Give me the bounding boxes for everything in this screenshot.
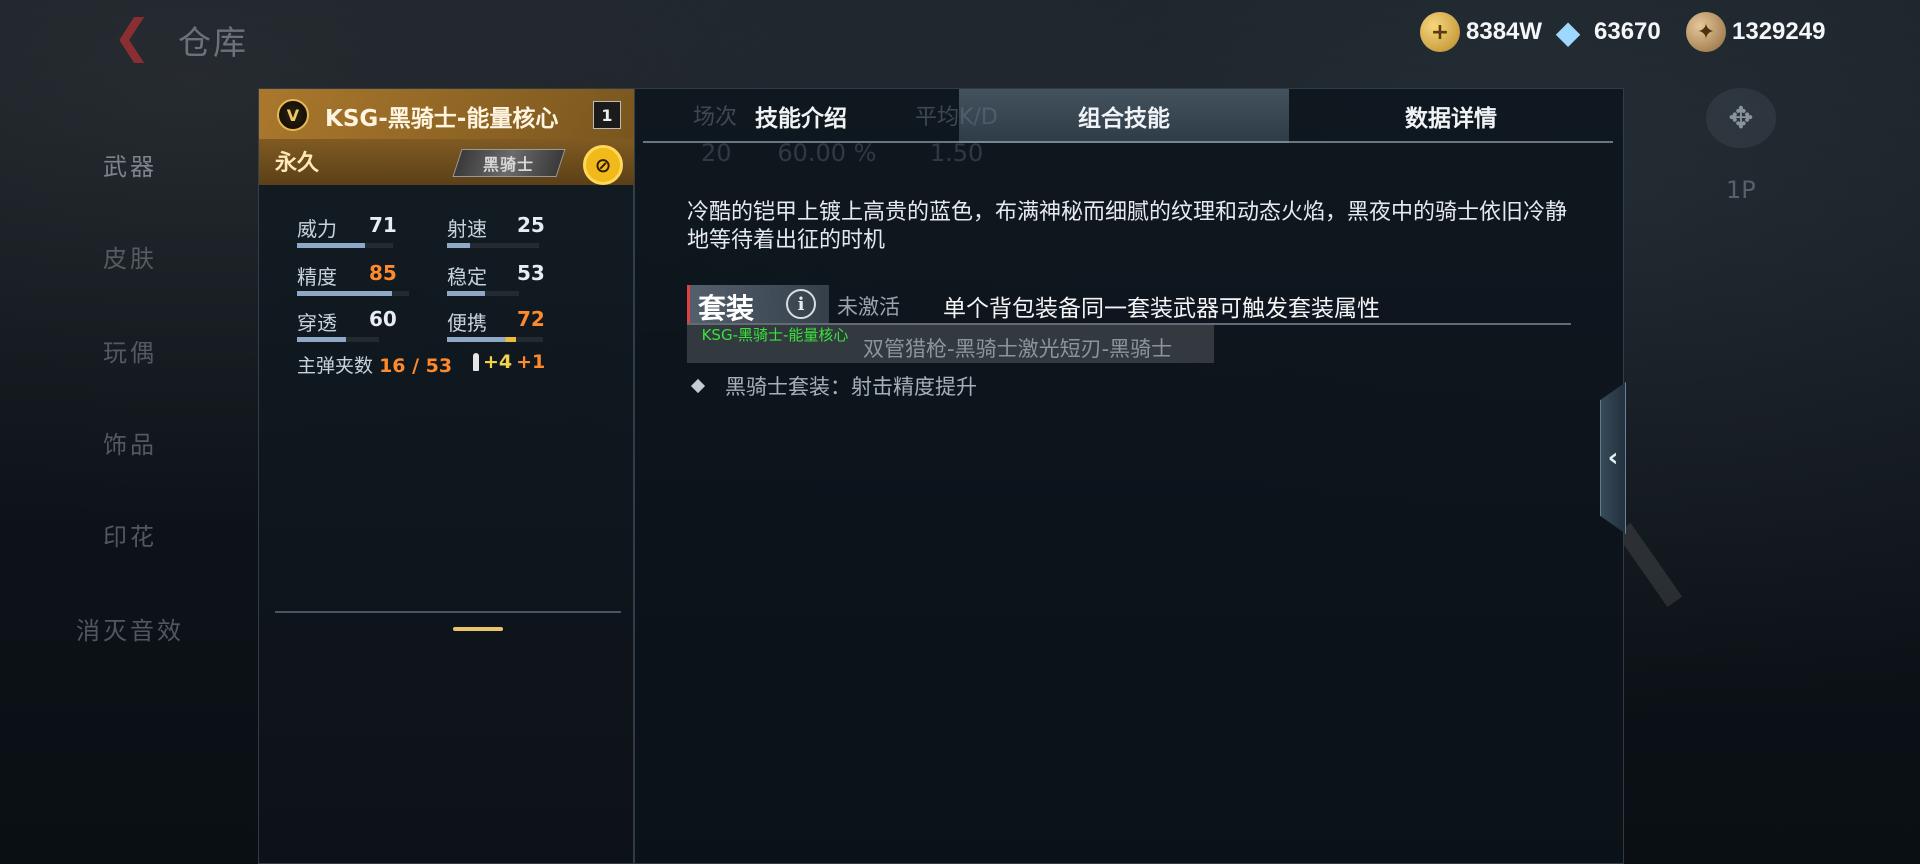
tab-skill-intro[interactable]: 技能介绍 bbox=[643, 89, 959, 143]
nav-item-skins[interactable]: 皮肤 bbox=[0, 226, 260, 286]
suit-header: 套装 i 未激活 单个背包装备同一套装武器可触发套装属性 bbox=[687, 285, 1571, 325]
suit-title-box: 套装 i bbox=[687, 285, 829, 325]
suit-title: 套装 bbox=[698, 292, 755, 325]
ghost-stat-values: 20 60.00 % 1.50 bbox=[701, 139, 984, 167]
suit-item-others: 双管猎枪-黑骑士激光短刃-黑骑士 bbox=[863, 337, 1173, 361]
nav-item-dolls[interactable]: 玩偶 bbox=[0, 320, 260, 380]
gold-value: 8384W bbox=[1466, 18, 1543, 45]
ammo-info: 主弹夹数 16 / 53 bbox=[297, 351, 452, 378]
stat-label: 射速 bbox=[447, 217, 487, 241]
currency-gold[interactable]: + 8384W bbox=[1420, 12, 1542, 52]
stat-bar bbox=[297, 291, 409, 296]
stat-fire-rate: 射速 25 bbox=[447, 213, 557, 253]
stat-bar bbox=[447, 291, 519, 296]
weapon-card-header: V KSG-黑骑士-能量核心 1 永久 黑骑士 ⊘ bbox=[259, 89, 635, 185]
ammo-value: 16 / 53 bbox=[379, 355, 453, 377]
stat-stability: 稳定 53 bbox=[447, 261, 557, 301]
suit-hint: 单个背包装备同一套装武器可触发套装属性 bbox=[943, 296, 1380, 322]
stat-bar bbox=[297, 337, 379, 342]
gold-coin-icon: + bbox=[1420, 12, 1460, 52]
stat-power: 威力 71 bbox=[297, 213, 407, 253]
tab-underline bbox=[643, 141, 1613, 143]
series-tag-label: 黑骑士 bbox=[483, 155, 535, 174]
stat-label: 穿透 bbox=[297, 311, 337, 335]
detail-panel: 场次 平均K/D 20 60.00 % 1.50 技能介绍 组合技能 数据详情 … bbox=[634, 88, 1624, 864]
chevron-left-icon: ‹ bbox=[1607, 443, 1619, 473]
ammo-bonus-1: +4 bbox=[483, 351, 513, 373]
currency-diamond[interactable]: ◆ 63670 bbox=[1548, 12, 1661, 52]
compass-icon[interactable]: ⊘ bbox=[583, 145, 623, 185]
top-bar: ❮ 仓库 + 8384W ◆ 63670 ✦ 1329249 bbox=[0, 0, 1920, 72]
stat-penetration: 穿透 60 bbox=[297, 307, 407, 347]
weapon-card: V KSG-黑骑士-能量核心 1 永久 黑骑士 ⊘ 威力 71 射速 25 精度… bbox=[258, 88, 635, 864]
stat-value: 53 bbox=[517, 261, 545, 285]
nav-item-weapons[interactable]: 武器 bbox=[0, 134, 260, 194]
series-tag: 黑骑士 bbox=[452, 149, 566, 177]
info-icon[interactable]: i bbox=[786, 289, 816, 319]
nav-item-accessories[interactable]: 饰品 bbox=[0, 412, 260, 472]
back-button[interactable]: ❮ bbox=[108, 9, 156, 63]
stat-bar bbox=[447, 243, 539, 248]
stat-value: 60 bbox=[369, 307, 397, 331]
stat-label: 便携 bbox=[447, 311, 487, 335]
bullet-icon bbox=[473, 353, 479, 371]
diamond-icon: ◆ bbox=[1555, 13, 1581, 51]
stat-bar bbox=[297, 243, 393, 248]
stat-value: 85 bbox=[369, 261, 397, 285]
chevron-left-icon: ❮ bbox=[112, 9, 152, 63]
weapon-description: 冷酷的铠甲上镀上高贵的蓝色，布满神秘而细腻的纹理和动态火焰，黑夜中的骑士依旧冷静… bbox=[687, 200, 1568, 253]
suit-items: KSG-黑骑士-能量核心 双管猎枪-黑骑士激光短刃-黑骑士 bbox=[687, 325, 1214, 363]
ammo-label: 主弹夹数 bbox=[297, 355, 374, 377]
weapon-duration: 永久 bbox=[275, 151, 320, 176]
nav-item-kill-sounds[interactable]: 消灭音效 bbox=[0, 598, 260, 658]
suit-status: 未激活 bbox=[837, 295, 900, 319]
nav-item-stickers[interactable]: 印花 bbox=[0, 504, 260, 564]
suit-bonus-text: 黑骑士套装：射击精度提升 bbox=[725, 375, 977, 399]
stat-value: 25 bbox=[517, 213, 545, 237]
ammo-bonus-2: +1 bbox=[516, 351, 546, 373]
suit-bonus: 黑骑士套装：射击精度提升 bbox=[690, 371, 977, 401]
currency-honor[interactable]: ✦ 1329249 bbox=[1686, 12, 1825, 52]
stat-bar bbox=[447, 337, 543, 342]
stat-label: 威力 bbox=[297, 217, 337, 241]
ammo-bonus: +4 +1 bbox=[473, 351, 545, 373]
honor-value: 1329249 bbox=[1732, 18, 1826, 45]
weapon-level: 1 bbox=[593, 101, 621, 129]
rank-v-icon: V bbox=[277, 99, 309, 131]
tab-data-details[interactable]: 数据详情 bbox=[1289, 89, 1613, 143]
player-label: 1P bbox=[1726, 176, 1756, 204]
stat-label: 精度 bbox=[297, 265, 337, 289]
stat-value: 72 bbox=[517, 307, 545, 331]
diamond-value: 63670 bbox=[1594, 18, 1661, 45]
stat-value: 71 bbox=[369, 213, 397, 237]
tab-bar: 技能介绍 组合技能 数据详情 bbox=[643, 89, 1613, 143]
gamepad-icon: ✥ bbox=[1706, 88, 1776, 148]
page-indicator[interactable] bbox=[453, 627, 503, 631]
honor-coin-icon: ✦ bbox=[1686, 12, 1726, 52]
collapse-panel-button[interactable]: ‹ bbox=[1600, 382, 1626, 534]
stat-accuracy: 精度 85 bbox=[297, 261, 409, 301]
divider bbox=[275, 611, 621, 613]
suit-item-active: KSG-黑骑士-能量核心 bbox=[701, 326, 849, 344]
stat-mobility: 便携 72 bbox=[447, 307, 557, 347]
weapon-name: KSG-黑骑士-能量核心 bbox=[325, 106, 559, 132]
bullet-diamond-icon bbox=[690, 378, 706, 394]
stat-label: 稳定 bbox=[447, 265, 487, 289]
tab-combo-skill[interactable]: 组合技能 bbox=[959, 89, 1289, 143]
page-title: 仓库 bbox=[178, 23, 248, 62]
